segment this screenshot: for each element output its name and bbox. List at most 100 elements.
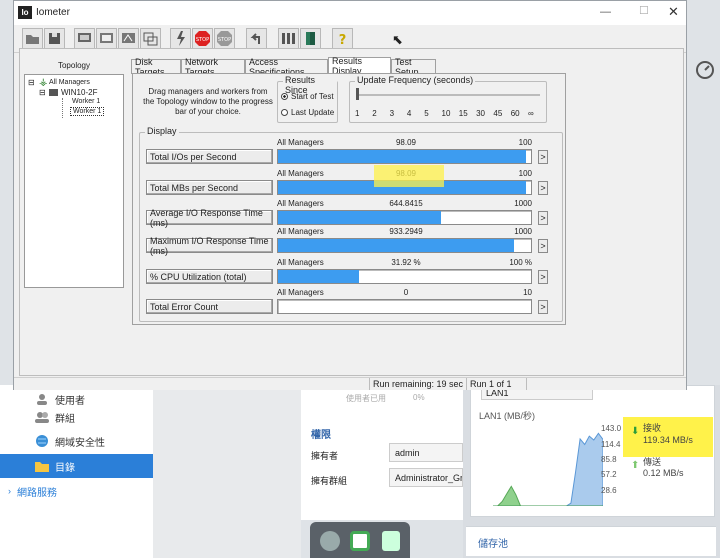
used-label: 使用者已用	[346, 394, 386, 403]
metric-max: 1000	[514, 227, 532, 236]
y-tick: 143.0	[601, 424, 622, 433]
sidebar-item-domain-security[interactable]: 網域安全性	[0, 429, 153, 453]
tree-expander[interactable]: ⊟	[28, 78, 35, 87]
metric-bar[interactable]	[277, 149, 532, 164]
chevron-right-icon: ›	[8, 486, 11, 496]
tree-worker[interactable]: Worker 1	[72, 98, 100, 105]
owner-input[interactable]: admin	[389, 443, 463, 462]
display-manager-icon[interactable]	[74, 28, 95, 49]
open-icon[interactable]	[22, 28, 43, 49]
metric-button[interactable]: Total Error Count	[146, 299, 273, 314]
network-monitor-panel: LAN1 LAN1 (MB/秒) 143.0 114.4 85.8 57.2 2…	[470, 385, 715, 517]
app-icon[interactable]	[320, 531, 340, 551]
minimize-button[interactable]: —	[600, 6, 611, 18]
new-worker-icon[interactable]	[96, 28, 117, 49]
radio-start-of-test[interactable]: Start of Test	[281, 92, 334, 101]
metric-max: 100	[518, 138, 532, 147]
send-label: 傳送	[643, 457, 662, 467]
metric-value: 0	[403, 288, 409, 297]
metric-value: 644.8415	[389, 199, 423, 208]
metric-bar[interactable]	[277, 238, 532, 253]
tree-root[interactable]: All Managers	[49, 79, 90, 86]
expand-arrow-button[interactable]: >	[538, 150, 548, 164]
metric-bar[interactable]	[277, 269, 532, 284]
metric-target: All Managers	[277, 169, 324, 178]
group-input[interactable]: Administrator_Gro	[389, 468, 463, 487]
y-tick: 114.4	[601, 440, 621, 449]
frequency-slider-track[interactable]	[358, 94, 540, 96]
tab-access-specifications[interactable]: Access Specifications	[245, 57, 328, 77]
metric-max: 10	[523, 288, 532, 297]
svg-text:STOP: STOP	[218, 37, 231, 43]
frequency-tick: 2	[372, 109, 377, 118]
expand-arrow-button[interactable]: >	[538, 211, 548, 225]
help-icon[interactable]: ?	[332, 28, 353, 49]
metric-bar-fill	[278, 150, 526, 163]
sidebar-item-network-services[interactable]: › 網路服務	[0, 479, 153, 503]
nas-sidebar: 使用者 群組 網域安全性 目錄 › 網路服務	[0, 385, 153, 558]
sidebar-item-groups[interactable]: 群組	[0, 405, 153, 429]
tree-expander[interactable]: ⊟	[39, 88, 46, 97]
status-empty	[526, 378, 684, 390]
frequency-slider-thumb[interactable]	[356, 88, 359, 100]
nas-middle-pane	[153, 385, 301, 558]
start-test-icon[interactable]	[170, 28, 191, 49]
exit-icon[interactable]	[300, 28, 321, 49]
tab-results-display[interactable]: Results Display	[328, 56, 391, 76]
radio-selected-icon	[281, 93, 288, 100]
stop-all-icon[interactable]: STOP	[214, 28, 235, 49]
expand-arrow-button[interactable]: >	[538, 270, 548, 284]
tree-manager[interactable]: WIN10-2F	[61, 88, 97, 97]
close-button[interactable]: ✕	[668, 4, 679, 20]
stop-icon[interactable]: STOP	[192, 28, 213, 49]
network-worker-icon[interactable]	[118, 28, 139, 49]
metric-bar[interactable]	[277, 299, 532, 314]
frequency-tick: 5	[424, 109, 429, 118]
metric-button[interactable]: Total MBs per Second	[146, 180, 273, 195]
tab-test-setup[interactable]: Test Setup	[391, 57, 436, 77]
metric-bar-fill	[278, 211, 441, 224]
group-title: Update Frequency (seconds)	[355, 75, 476, 85]
metric-value: 933.2949	[389, 227, 423, 236]
section-title: 權限	[311, 430, 331, 441]
save-icon[interactable]	[44, 28, 65, 49]
sidebar-item-folders[interactable]: 目錄	[0, 454, 153, 478]
app-logo-icon: Io	[18, 6, 32, 19]
tab-network-targets[interactable]: Network Targets	[181, 57, 245, 77]
maximize-button[interactable]: ☐	[639, 4, 649, 17]
results-since-group: Results Since Start of Test Last Update	[277, 75, 338, 123]
radio-last-update[interactable]: Last Update	[281, 108, 334, 117]
window-title: Iometer	[36, 7, 70, 18]
metric-button[interactable]: Total I/Os per Second	[146, 149, 273, 164]
frequency-tick: 45	[493, 109, 503, 118]
tree-worker[interactable]: Worker 1	[70, 107, 105, 116]
tab-disk-targets[interactable]: Disk Targets	[131, 57, 181, 77]
reset-icon[interactable]	[246, 28, 267, 49]
group-icon	[35, 411, 49, 423]
metric-button[interactable]: % CPU Utilization (total)	[146, 269, 273, 284]
lan-chart	[493, 432, 603, 506]
expand-arrow-button[interactable]: >	[538, 300, 548, 314]
sidebar-item-label: 群組	[55, 413, 75, 425]
title-bar[interactable]: Io Iometer — ☐ ✕	[14, 1, 686, 25]
iometer-window: Io Iometer — ☐ ✕ STOP STOP ? ⬉ Topology …	[13, 0, 687, 390]
metric-bar[interactable]	[277, 210, 532, 225]
storage-label: 儲存池	[478, 539, 508, 550]
workers-icon[interactable]	[278, 28, 299, 49]
copy-worker-icon[interactable]	[140, 28, 161, 49]
group-title: Display	[145, 126, 179, 136]
chart-title: LAN1 (MB/秒)	[479, 411, 536, 421]
group-label: 擁有群組	[311, 476, 348, 486]
expand-arrow-button[interactable]: >	[538, 181, 548, 195]
results-display-page: Drag managers and workers from the Topol…	[132, 73, 566, 325]
sidebar-item-label: 目錄	[55, 462, 75, 474]
recycle-icon[interactable]	[382, 531, 400, 551]
storage-bar[interactable]: 儲存池	[466, 526, 716, 556]
metric-button[interactable]: Maximum I/O Response Time (ms)	[146, 236, 273, 256]
grid-icon[interactable]	[350, 531, 370, 551]
globe-icon	[35, 435, 49, 447]
metric-target: All Managers	[277, 138, 324, 147]
metric-button[interactable]: Average I/O Response Time (ms)	[146, 208, 273, 228]
gauge-icon[interactable]	[695, 60, 720, 90]
expand-arrow-button[interactable]: >	[538, 239, 548, 253]
